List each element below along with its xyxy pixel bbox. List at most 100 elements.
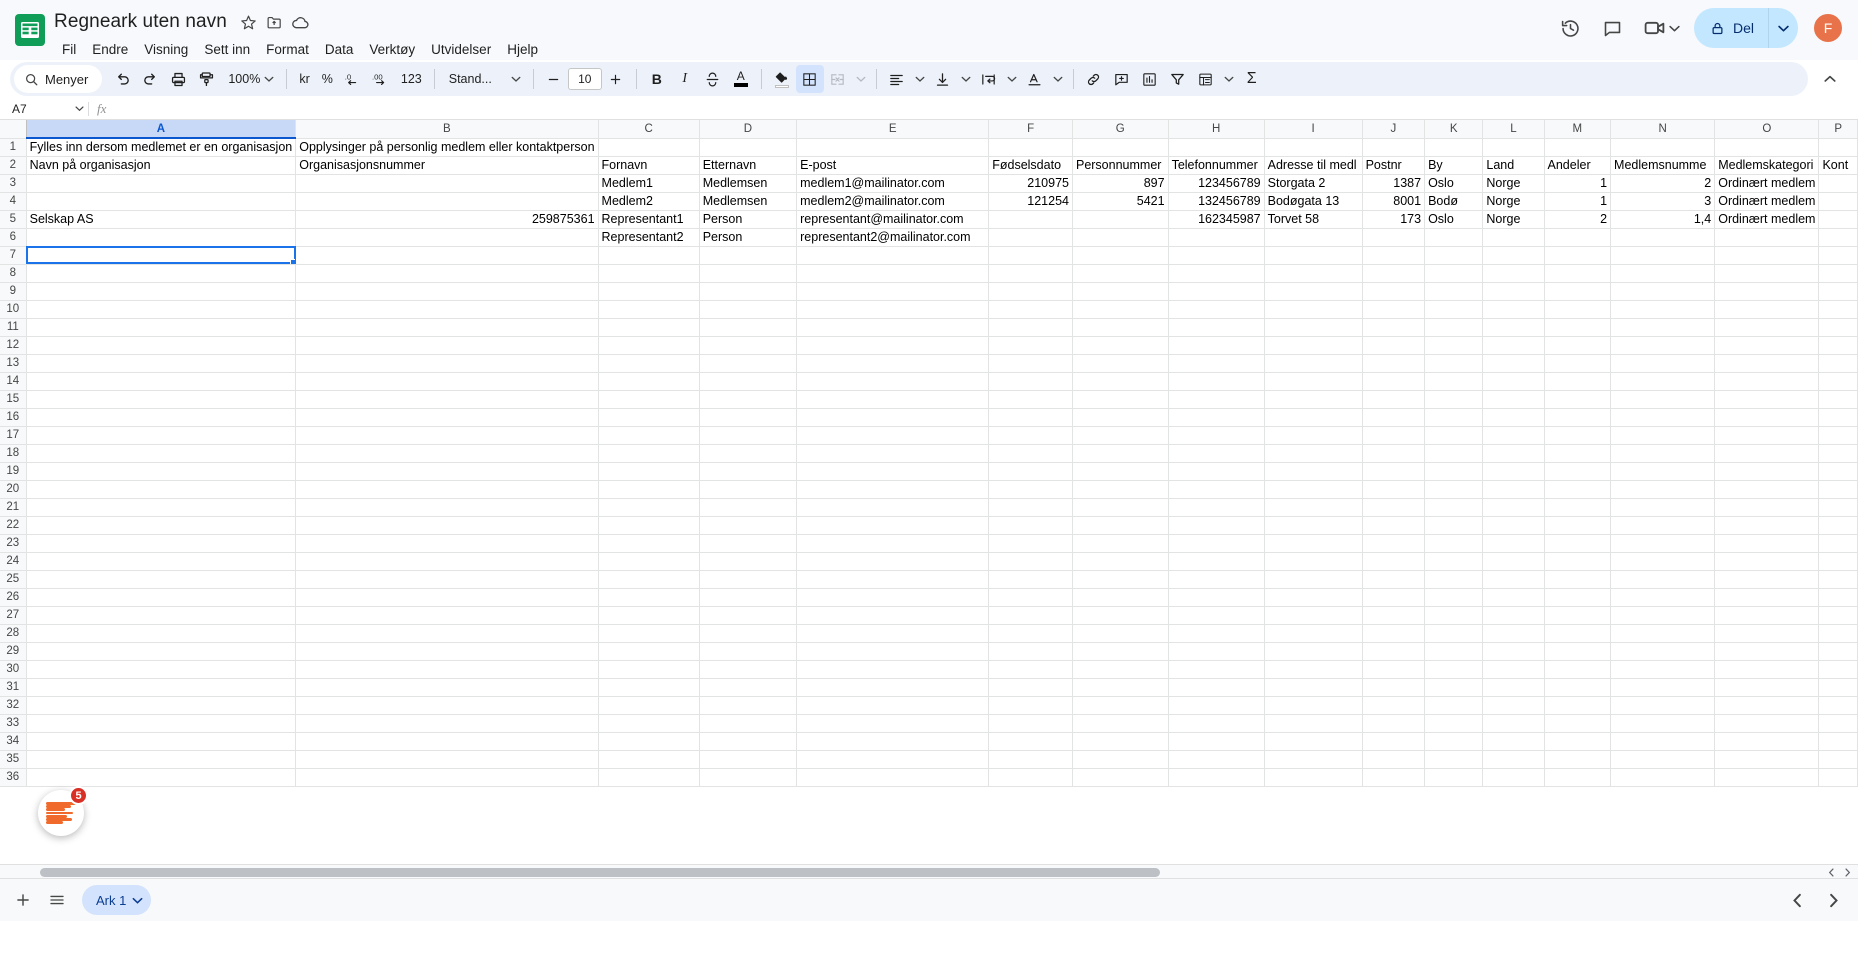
cell-P35[interactable] — [1818, 750, 1858, 769]
notification-widget[interactable]: 5 — [38, 786, 88, 836]
cell-B22[interactable] — [295, 516, 599, 535]
cell-G16[interactable] — [1072, 408, 1169, 427]
cell-M21[interactable] — [1544, 498, 1612, 517]
cell-P25[interactable] — [1818, 570, 1858, 589]
cell-F14[interactable] — [988, 372, 1073, 391]
cell-E30[interactable] — [796, 660, 990, 679]
cell-L1[interactable] — [1482, 138, 1545, 157]
cell-N14[interactable] — [1610, 372, 1716, 391]
cell-J29[interactable] — [1362, 642, 1426, 661]
cell-J18[interactable] — [1362, 444, 1426, 463]
column-header-e[interactable]: E — [796, 120, 990, 139]
cell-C31[interactable] — [598, 678, 700, 697]
cell-L29[interactable] — [1482, 642, 1545, 661]
cell-F7[interactable] — [988, 246, 1073, 265]
cell-F22[interactable] — [988, 516, 1073, 535]
text-color-button[interactable]: A — [727, 65, 755, 93]
strikethrough-icon[interactable] — [699, 65, 727, 93]
cell-L6[interactable] — [1482, 228, 1545, 247]
cell-N9[interactable] — [1610, 282, 1716, 301]
cell-F21[interactable] — [988, 498, 1073, 517]
cell-G10[interactable] — [1072, 300, 1169, 319]
add-sheet-button[interactable] — [6, 883, 40, 917]
cell-I19[interactable] — [1264, 462, 1363, 481]
cell-L22[interactable] — [1482, 516, 1545, 535]
cell-C35[interactable] — [598, 750, 700, 769]
cell-J23[interactable] — [1362, 534, 1426, 553]
chevron-down-icon[interactable] — [1049, 74, 1067, 84]
merge-cells-icon[interactable] — [824, 65, 852, 93]
cell-F16[interactable] — [988, 408, 1073, 427]
cell-D4[interactable]: Medlemsen — [699, 192, 798, 211]
cell-E5[interactable]: representant@mailinator.com — [796, 210, 990, 229]
more-formats-button[interactable]: 123 — [395, 65, 428, 93]
cell-L33[interactable] — [1482, 714, 1545, 733]
cell-E31[interactable] — [796, 678, 990, 697]
menu-item-utvidelser[interactable]: Utvidelser — [423, 39, 499, 61]
cell-E20[interactable] — [796, 480, 990, 499]
cell-H24[interactable] — [1168, 552, 1265, 571]
cell-J30[interactable] — [1362, 660, 1426, 679]
cell-P6[interactable] — [1818, 228, 1858, 247]
row-header-29[interactable]: 29 — [0, 642, 27, 661]
column-header-b[interactable]: B — [295, 120, 599, 139]
cell-E27[interactable] — [796, 606, 990, 625]
cell-N5[interactable]: 1,4 — [1610, 210, 1716, 229]
cell-M33[interactable] — [1544, 714, 1612, 733]
row-header-36[interactable]: 36 — [0, 768, 27, 787]
cell-C30[interactable] — [598, 660, 700, 679]
cell-F13[interactable] — [988, 354, 1073, 373]
cell-K30[interactable] — [1424, 660, 1484, 679]
text-wrap-group[interactable] — [975, 65, 1021, 93]
cell-G25[interactable] — [1072, 570, 1169, 589]
cell-H4[interactable]: 132456789 — [1168, 192, 1265, 211]
cell-M4[interactable]: 1 — [1544, 192, 1612, 211]
cell-E6[interactable]: representant2@mailinator.com — [796, 228, 990, 247]
cell-E34[interactable] — [796, 732, 990, 751]
cell-H32[interactable] — [1168, 696, 1265, 715]
cell-A5[interactable]: Selskap AS — [26, 210, 297, 229]
cell-N18[interactable] — [1610, 444, 1716, 463]
cell-K4[interactable]: Bodø — [1424, 192, 1484, 211]
cell-L28[interactable] — [1482, 624, 1545, 643]
cell-P24[interactable] — [1818, 552, 1858, 571]
cell-A25[interactable] — [26, 570, 297, 589]
cell-E35[interactable] — [796, 750, 990, 769]
cell-B21[interactable] — [295, 498, 599, 517]
cell-M7[interactable] — [1544, 246, 1612, 265]
cell-G8[interactable] — [1072, 264, 1169, 283]
cell-H31[interactable] — [1168, 678, 1265, 697]
cell-B19[interactable] — [295, 462, 599, 481]
row-header-6[interactable]: 6 — [0, 228, 27, 247]
cell-A21[interactable] — [26, 498, 297, 517]
row-header-28[interactable]: 28 — [0, 624, 27, 643]
cell-C11[interactable] — [598, 318, 700, 337]
column-header-c[interactable]: C — [598, 120, 700, 139]
cell-A2[interactable]: Navn på organisasjon — [26, 156, 297, 175]
cell-G34[interactable] — [1072, 732, 1169, 751]
cell-J35[interactable] — [1362, 750, 1426, 769]
cell-K20[interactable] — [1424, 480, 1484, 499]
cell-N6[interactable] — [1610, 228, 1716, 247]
chevron-right-icon[interactable] — [1816, 883, 1850, 917]
cell-O13[interactable] — [1714, 354, 1820, 373]
cell-G23[interactable] — [1072, 534, 1169, 553]
cell-B17[interactable] — [295, 426, 599, 445]
cell-H20[interactable] — [1168, 480, 1265, 499]
cell-O24[interactable] — [1714, 552, 1820, 571]
cell-G7[interactable] — [1072, 246, 1169, 265]
cell-L19[interactable] — [1482, 462, 1545, 481]
cell-C18[interactable] — [598, 444, 700, 463]
cloud-saved-icon[interactable] — [289, 10, 313, 34]
cell-I20[interactable] — [1264, 480, 1363, 499]
cell-F29[interactable] — [988, 642, 1073, 661]
increase-decimal-button[interactable]: .00 — [367, 65, 395, 93]
cell-J9[interactable] — [1362, 282, 1426, 301]
cell-G19[interactable] — [1072, 462, 1169, 481]
cell-O31[interactable] — [1714, 678, 1820, 697]
cell-H13[interactable] — [1168, 354, 1265, 373]
cell-A7[interactable] — [26, 246, 297, 265]
cell-L27[interactable] — [1482, 606, 1545, 625]
cell-D10[interactable] — [699, 300, 798, 319]
cell-M34[interactable] — [1544, 732, 1612, 751]
